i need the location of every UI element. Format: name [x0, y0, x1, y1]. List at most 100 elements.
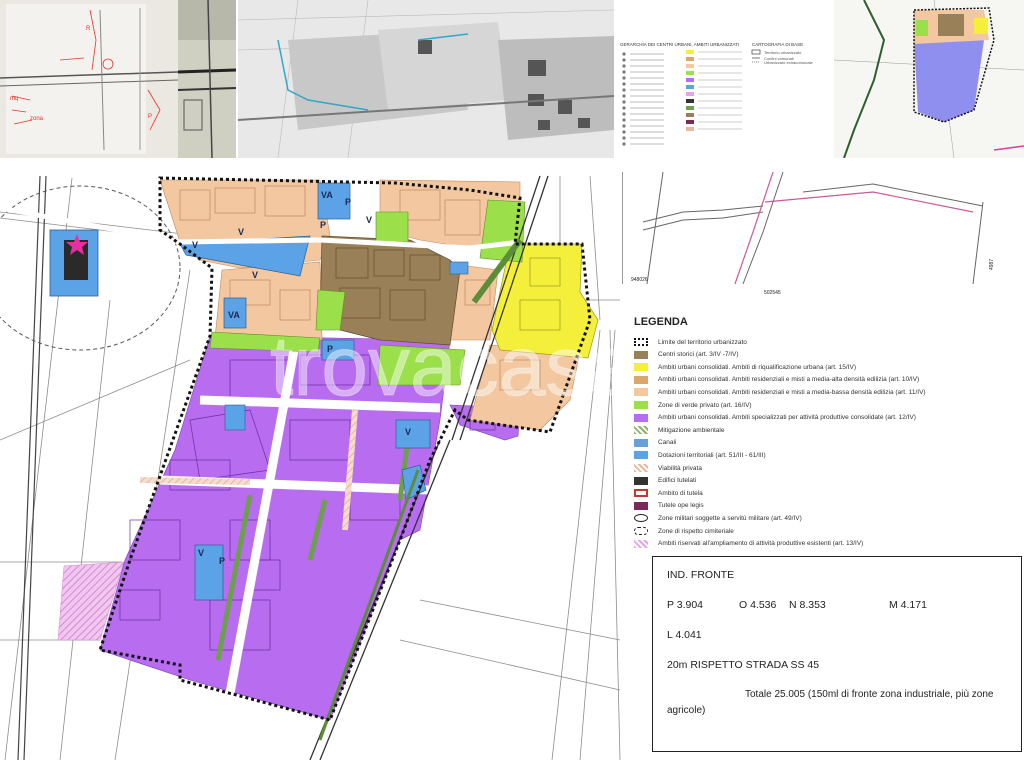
mini-legend-col2-item: Territorio urbanizzato: [764, 50, 802, 55]
mini-legend-col1-title: GERARCHIA DEI CENTRI URBANI, AMBITI URBA…: [620, 42, 739, 47]
mini-legend-swatch: [686, 99, 694, 103]
mini-legend-dot: [622, 64, 626, 68]
mini-legend-dot: [622, 70, 626, 74]
mini-legend-swatch: [686, 120, 694, 124]
legend-item: Ambiti urbani consolidati. Ambiti reside…: [634, 386, 926, 398]
map-zone-label: V: [192, 240, 198, 250]
sketch-thumbnail: mq zona P R: [0, 0, 178, 158]
legend-item-label: Zone di rispetto cimiteriale: [658, 527, 734, 535]
info-total-line1: Totale 25.005 (150ml di fronte zona indu…: [745, 689, 994, 700]
legend-item: Viabilità privata: [634, 462, 702, 474]
mini-legend-dot: [622, 130, 626, 134]
legend-item-label: Ambiti riservati all'ampliamento di atti…: [658, 540, 864, 548]
mini-legend-swatch: [686, 85, 694, 89]
svg-text:R: R: [86, 26, 91, 32]
legend-item-label: Ambito di tutela: [658, 489, 703, 497]
legend-swatch: [634, 464, 648, 472]
legend: LEGENDA Limite del territorio urbanizzat…: [626, 316, 1024, 556]
legend-item: Ambiti urbani consolidati. Ambiti specia…: [634, 412, 916, 424]
legend-item-label: Ambiti urbani consolidati. Ambiti reside…: [658, 376, 920, 384]
inset-coord-right: 4987: [989, 259, 995, 270]
mini-legend-dot: [622, 100, 626, 104]
legend-item-label: Zone di verde privato (art. 16/IV): [658, 401, 752, 409]
map-zone-label: V: [198, 548, 204, 558]
mini-legend-col2-title: CARTOGRAFIA DI BASE: [752, 42, 803, 47]
mini-legend-dot: [622, 118, 626, 122]
mini-legend-dot: [622, 136, 626, 140]
legend-item: Edifici tutelati: [634, 475, 696, 487]
legend-item-label: Limite del territorio urbanizzato: [658, 338, 747, 346]
legend-item: Zone di rispetto cimiteriale: [634, 525, 734, 537]
legend-item-label: Edifici tutelati: [658, 477, 697, 485]
legend-item: Ambito di tutela: [634, 487, 703, 499]
legend-swatch: [634, 338, 648, 346]
watermark: trovacasa: [270, 319, 622, 413]
mini-legend-swatch: [686, 106, 694, 110]
grey-map-thumbnail: [238, 0, 614, 158]
legend-swatch: [634, 476, 648, 485]
inset-map: 948026 4987: [622, 172, 1003, 284]
legend-item: Ambiti urbani consolidati. Ambiti di riq…: [634, 361, 856, 373]
legend-title: LEGENDA: [634, 316, 688, 328]
legend-item-label: Dotazioni territoriali (art. 51/III - 61…: [658, 451, 766, 459]
mini-legend-dot: [622, 106, 626, 110]
map-zone-label: V: [366, 215, 372, 225]
legend-swatch: [634, 401, 648, 409]
legend-swatch: [634, 375, 648, 384]
color-map-thumbnail: [834, 0, 1024, 158]
legend-swatch: [634, 451, 648, 460]
legend-swatch: [634, 501, 648, 510]
mini-legend-dot: [622, 112, 626, 116]
info-p: P 3.904: [667, 599, 704, 611]
mini-legend-swatch: [686, 127, 694, 131]
mini-legend-thumbnail: GERARCHIA DEI CENTRI URBANI, AMBITI URBA…: [614, 0, 834, 158]
mini-legend-swatch: [686, 113, 694, 117]
info-box: IND. FRONTE P 3.904 O 4.536 N 8.353 M 4.…: [652, 556, 1022, 752]
map-zone-label: VA: [321, 190, 333, 200]
mini-legend-swatch: [686, 92, 694, 96]
legend-item-label: Ambiti urbani consolidati. Ambiti specia…: [658, 414, 916, 422]
mini-legend-dot: [622, 82, 626, 86]
legend-item: Tutele ope legis: [634, 500, 704, 512]
inset-coord-bottom-left: 948026: [631, 277, 648, 283]
info-n: N 8.353: [789, 599, 826, 611]
legend-item-label: Viabilità privata: [658, 464, 702, 472]
legend-swatch: [634, 489, 648, 498]
legend-item-label: Mitigazione ambientale: [658, 426, 725, 434]
legend-item: Ambiti riservati all'ampliamento di atti…: [634, 538, 863, 550]
mini-legend-dot: [622, 124, 626, 128]
info-l: L 4.041: [667, 629, 702, 641]
map-zone-label: P: [345, 197, 351, 207]
legend-item: Zone di verde privato (art. 16/IV): [634, 399, 752, 411]
map-zone-label: P: [219, 556, 225, 566]
legend-item-label: Centri storici (art. 3/IV -7/IV): [658, 351, 739, 359]
map-zone-label: V: [252, 270, 258, 280]
photo-thumbnail: [178, 0, 236, 158]
mini-legend-dot: [622, 142, 626, 146]
info-total-line2: agricole): [667, 705, 706, 716]
svg-text:zona: zona: [30, 116, 44, 122]
legend-swatch: [634, 527, 648, 535]
legend-item: Canali: [634, 437, 676, 449]
mini-legend-swatch: [686, 71, 694, 75]
info-title: IND. FRONTE: [667, 569, 735, 581]
mini-legend-dot: [622, 76, 626, 80]
mini-legend-swatch: [686, 50, 694, 54]
info-o: O 4.536: [739, 599, 777, 611]
legend-item: Mitigazione ambientale: [634, 424, 724, 436]
legend-item-label: Tutele ope legis: [658, 502, 704, 510]
legend-item-label: Zone militari soggette a servitù militar…: [658, 514, 802, 522]
mini-legend-swatch: [686, 64, 694, 68]
map-zone-label: VA: [228, 310, 240, 320]
info-road: 20m RISPETTO STRADA SS 45: [667, 659, 820, 671]
legend-swatch: [634, 514, 648, 523]
legend-item: Dotazioni territoriali (art. 51/III - 61…: [634, 449, 766, 461]
info-m: M 4.171: [889, 599, 927, 611]
legend-item: Ambiti urbani consolidati. Ambiti reside…: [634, 374, 919, 386]
legend-swatch: [634, 388, 648, 397]
legend-item-label: Canali: [658, 439, 677, 447]
legend-swatch: [634, 539, 648, 548]
map-zone-label: V: [405, 427, 411, 437]
svg-text:mq: mq: [10, 96, 18, 102]
mini-legend-dot: [622, 88, 626, 92]
